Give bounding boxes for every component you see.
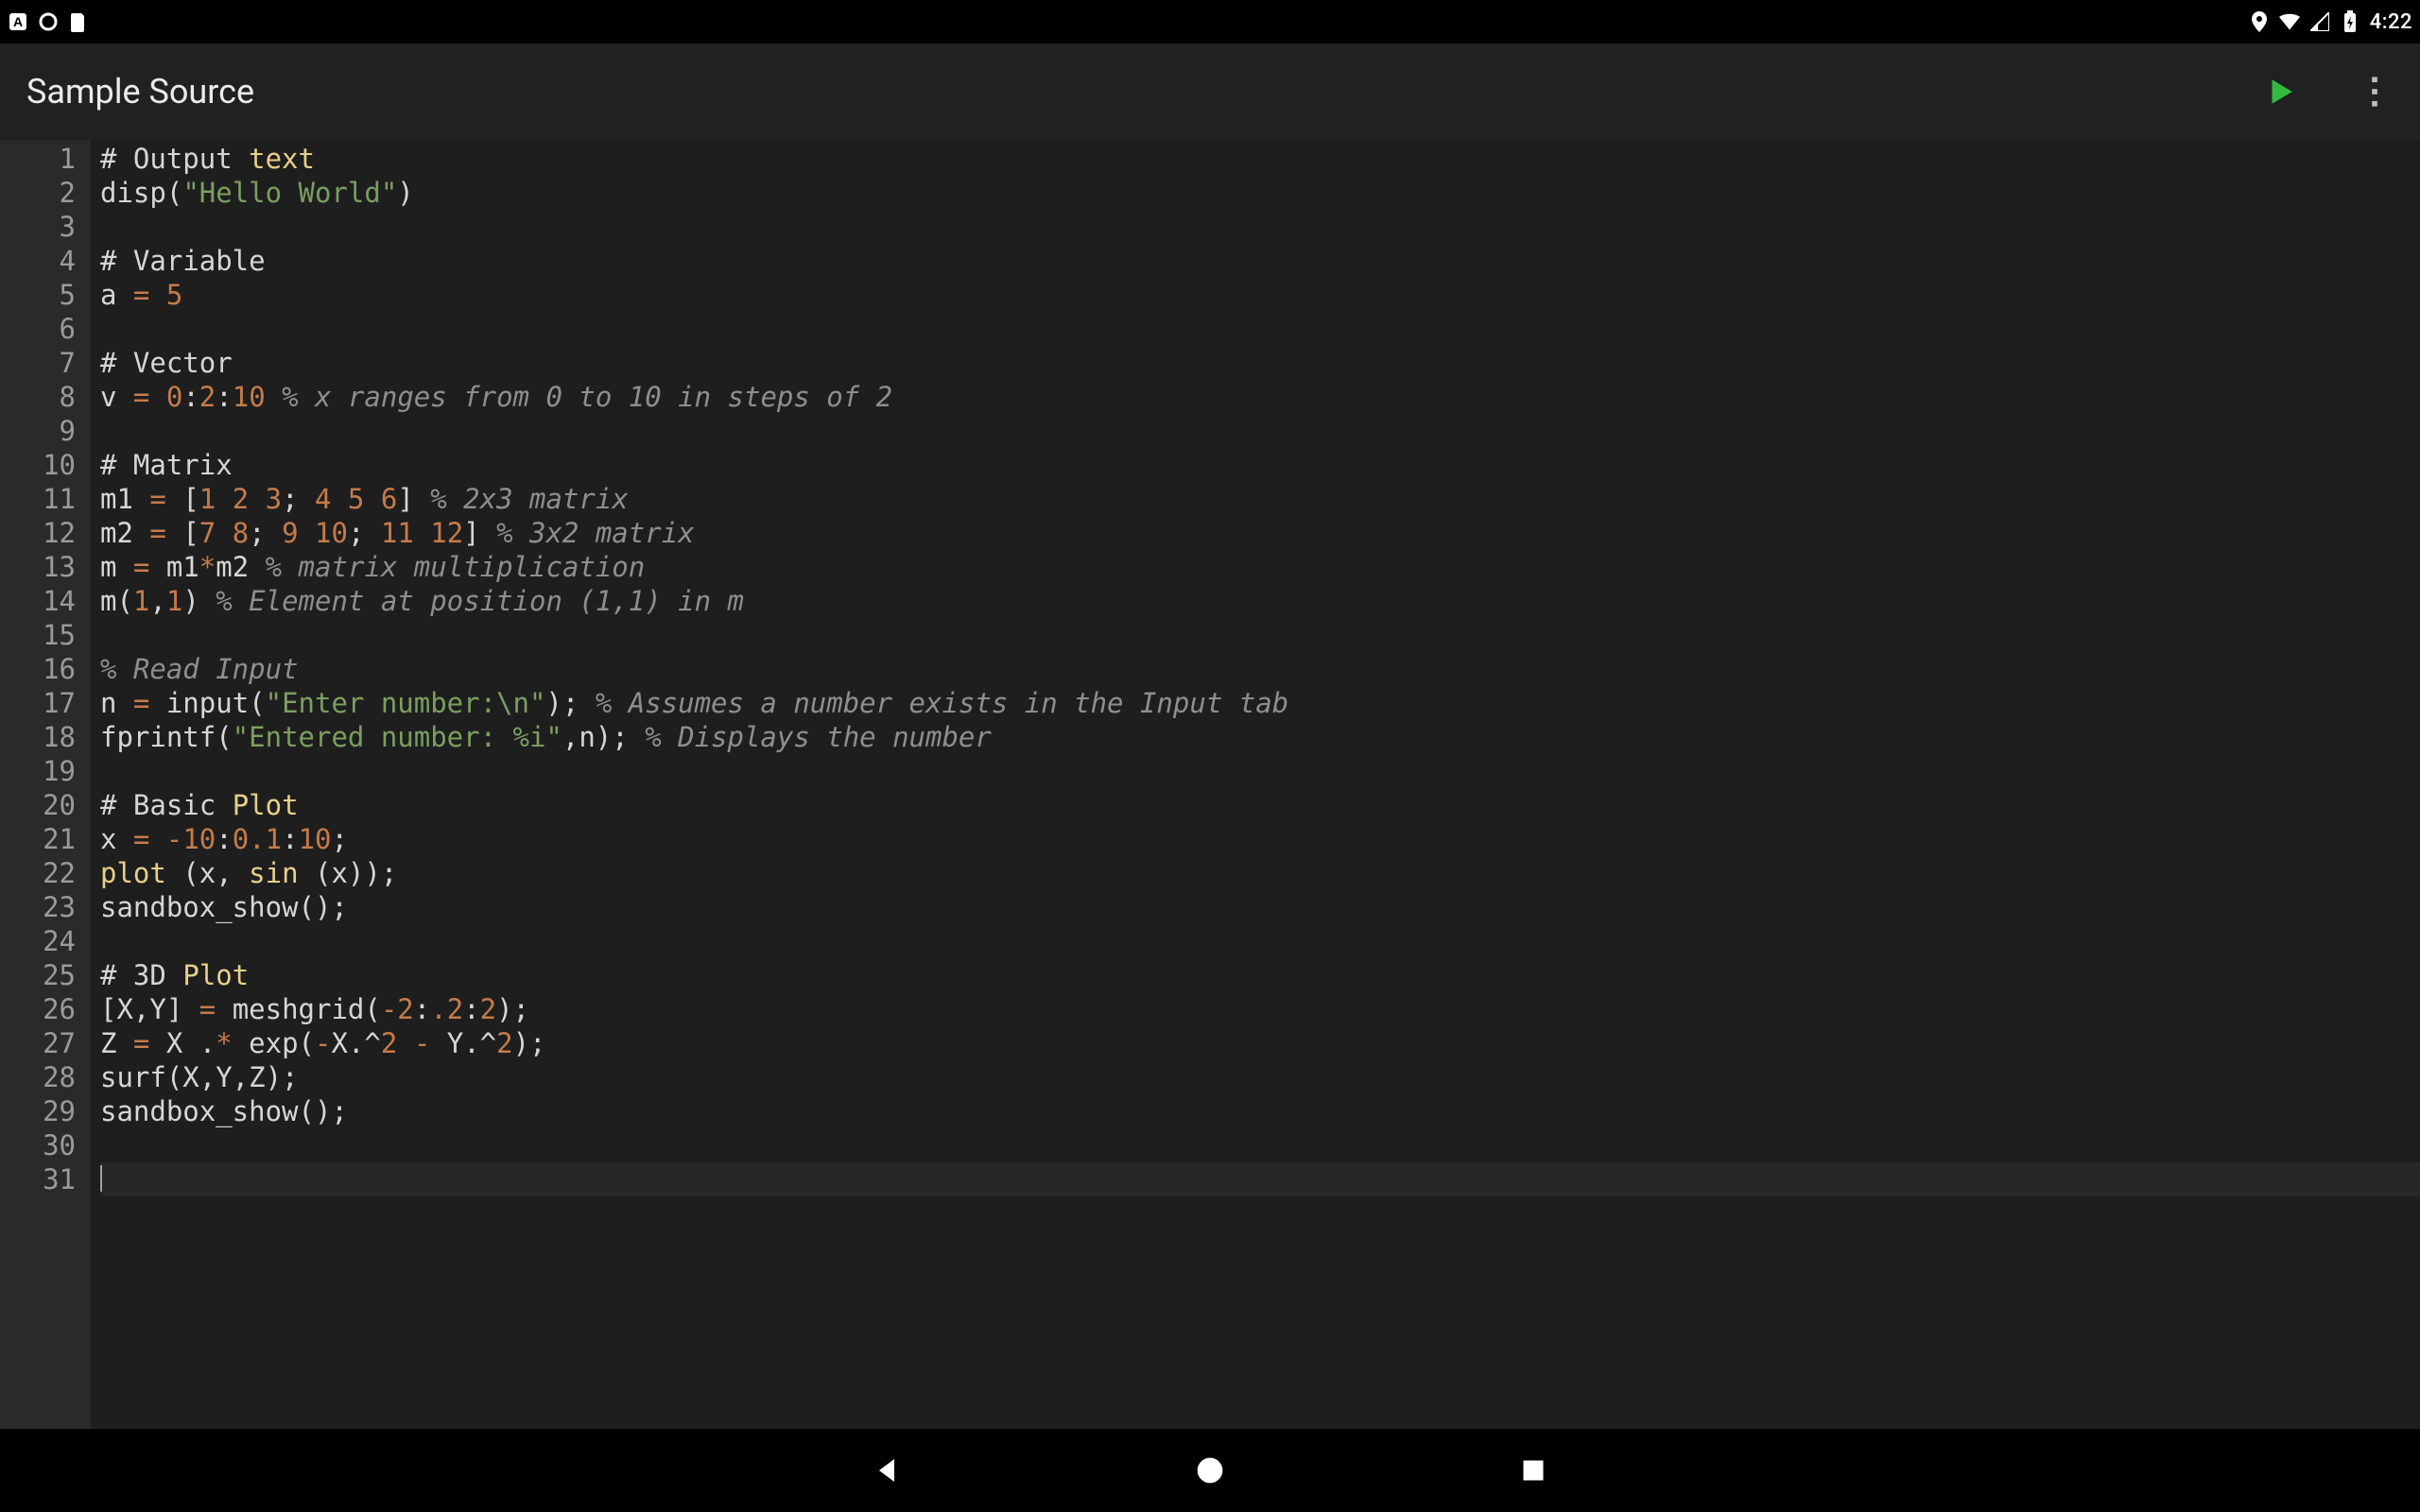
code-line[interactable]: [100, 754, 2420, 788]
line-number: 29: [0, 1094, 76, 1128]
line-number: 20: [0, 788, 76, 822]
code-line[interactable]: fprintf("Entered number: %i",n); % Displ…: [100, 720, 2420, 754]
line-number: 16: [0, 652, 76, 686]
code-line[interactable]: plot (x, sin (x));: [100, 856, 2420, 890]
cellular-icon: [2309, 11, 2330, 32]
android-nav-bar: [0, 1429, 2420, 1512]
code-line[interactable]: [X,Y] = meshgrid(-2:.2:2);: [100, 992, 2420, 1026]
wifi-icon: [2279, 11, 2300, 32]
code-line[interactable]: v = 0:2:10 % x ranges from 0 to 10 in st…: [100, 380, 2420, 414]
code-line[interactable]: [100, 618, 2420, 652]
line-number: 24: [0, 924, 76, 958]
line-number: 4: [0, 244, 76, 278]
code-line[interactable]: [100, 1162, 2420, 1196]
code-line[interactable]: surf(X,Y,Z);: [100, 1060, 2420, 1094]
line-number: 11: [0, 482, 76, 516]
line-number: 7: [0, 346, 76, 380]
code-line[interactable]: % Read Input: [100, 652, 2420, 686]
code-line[interactable]: # Matrix: [100, 448, 2420, 482]
play-icon: [2264, 76, 2296, 108]
line-number: 25: [0, 958, 76, 992]
line-number: 10: [0, 448, 76, 482]
overflow-menu-button[interactable]: [2356, 73, 2394, 111]
code-editor[interactable]: 1234567891011121314151617181920212223242…: [0, 140, 2420, 1429]
line-number: 23: [0, 890, 76, 924]
circle-icon: [38, 11, 59, 32]
code-line[interactable]: x = -10:0.1:10;: [100, 822, 2420, 856]
code-area[interactable]: # Output textdisp("Hello World") # Varia…: [91, 140, 2420, 1429]
code-line[interactable]: m = m1*m2 % matrix multiplication: [100, 550, 2420, 584]
run-button[interactable]: [2261, 73, 2299, 111]
status-time: 4:22: [2370, 10, 2412, 34]
line-number: 9: [0, 414, 76, 448]
recents-square-icon: [1520, 1457, 1547, 1484]
code-line[interactable]: sandbox_show();: [100, 890, 2420, 924]
line-number: 28: [0, 1060, 76, 1094]
line-number: 21: [0, 822, 76, 856]
line-number: 26: [0, 992, 76, 1026]
code-line[interactable]: m(1,1) % Element at position (1,1) in m: [100, 584, 2420, 618]
nav-back-button[interactable]: [867, 1451, 907, 1490]
status-left: A: [8, 11, 89, 32]
appbar-actions: [2261, 73, 2394, 111]
line-number: 1: [0, 142, 76, 176]
code-line[interactable]: n = input("Enter number:\n"); % Assumes …: [100, 686, 2420, 720]
battery-charging-icon: [2340, 11, 2360, 32]
location-icon: [2249, 11, 2270, 32]
line-number: 5: [0, 278, 76, 312]
svg-text:A: A: [13, 14, 23, 29]
line-number: 12: [0, 516, 76, 550]
code-line[interactable]: [100, 312, 2420, 346]
line-number: 31: [0, 1162, 76, 1196]
back-triangle-icon: [872, 1455, 902, 1486]
line-number: 14: [0, 584, 76, 618]
line-number-gutter: 1234567891011121314151617181920212223242…: [0, 140, 91, 1429]
screen: A 4:22 Sample Source: [0, 0, 2420, 1512]
line-number: 6: [0, 312, 76, 346]
line-number: 18: [0, 720, 76, 754]
code-line[interactable]: [100, 414, 2420, 448]
code-line[interactable]: m2 = [7 8; 9 10; 11 12] % 3x2 matrix: [100, 516, 2420, 550]
line-number: 17: [0, 686, 76, 720]
sd-card-icon: [68, 11, 89, 32]
status-right: 4:22: [2249, 10, 2412, 34]
nav-recents-button[interactable]: [1513, 1451, 1553, 1490]
code-line[interactable]: Z = X .* exp(-X.^2 - Y.^2);: [100, 1026, 2420, 1060]
code-line[interactable]: disp("Hello World"): [100, 176, 2420, 210]
app-badge-icon: A: [8, 11, 28, 32]
code-line[interactable]: m1 = [1 2 3; 4 5 6] % 2x3 matrix: [100, 482, 2420, 516]
code-line[interactable]: [100, 1128, 2420, 1162]
line-number: 19: [0, 754, 76, 788]
text-caret: [100, 1165, 102, 1192]
code-line[interactable]: sandbox_show();: [100, 1094, 2420, 1128]
line-number: 8: [0, 380, 76, 414]
code-line[interactable]: # Variable: [100, 244, 2420, 278]
home-circle-icon: [1195, 1455, 1225, 1486]
android-status-bar: A 4:22: [0, 0, 2420, 43]
app-bar: Sample Source: [0, 43, 2420, 140]
code-line[interactable]: a = 5: [100, 278, 2420, 312]
line-number: 3: [0, 210, 76, 244]
more-vert-icon: [2370, 76, 2379, 108]
code-line[interactable]: # 3D Plot: [100, 958, 2420, 992]
line-number: 30: [0, 1128, 76, 1162]
line-number: 22: [0, 856, 76, 890]
line-number: 27: [0, 1026, 76, 1060]
code-line[interactable]: # Basic Plot: [100, 788, 2420, 822]
line-number: 15: [0, 618, 76, 652]
code-line[interactable]: [100, 210, 2420, 244]
code-line[interactable]: # Vector: [100, 346, 2420, 380]
nav-home-button[interactable]: [1190, 1451, 1230, 1490]
line-number: 2: [0, 176, 76, 210]
code-line[interactable]: [100, 924, 2420, 958]
code-line[interactable]: # Output text: [100, 142, 2420, 176]
page-title: Sample Source: [26, 72, 254, 112]
line-number: 13: [0, 550, 76, 584]
